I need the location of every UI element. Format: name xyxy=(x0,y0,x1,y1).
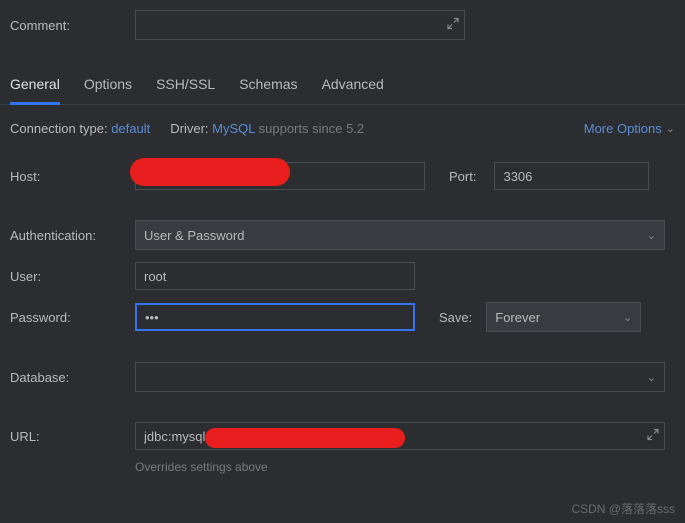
database-select[interactable]: ⌄ xyxy=(135,362,665,392)
url-input[interactable] xyxy=(135,422,665,450)
tab-sshssl[interactable]: SSH/SSL xyxy=(156,76,215,104)
database-label: Database: xyxy=(10,370,135,385)
driver-note: supports since 5.2 xyxy=(259,121,365,136)
user-label: User: xyxy=(10,269,135,284)
password-input[interactable] xyxy=(135,303,415,331)
password-label: Password: xyxy=(10,310,135,325)
comment-label: Comment: xyxy=(10,18,135,33)
auth-label: Authentication: xyxy=(10,228,135,243)
user-input[interactable] xyxy=(135,262,415,290)
port-input[interactable] xyxy=(494,162,649,190)
chevron-down-icon: ⌄ xyxy=(623,311,632,324)
watermark: CSDN @落落落sss xyxy=(571,500,675,517)
chevron-down-icon: ⌄ xyxy=(647,371,656,384)
tab-advanced[interactable]: Advanced xyxy=(322,76,384,104)
url-hint: Overrides settings above xyxy=(135,460,685,474)
auth-select[interactable]: User & Password ⌄ xyxy=(135,220,665,250)
driver-label: Driver: xyxy=(170,121,208,136)
more-options-button[interactable]: More Options ⌄ xyxy=(584,121,675,136)
host-input[interactable] xyxy=(135,162,425,190)
tab-general[interactable]: General xyxy=(10,76,60,105)
port-label: Port: xyxy=(449,169,476,184)
host-label: Host: xyxy=(10,169,135,184)
expand-icon[interactable] xyxy=(647,429,659,444)
conn-type-label: Connection type: xyxy=(10,121,108,136)
tab-schemas[interactable]: Schemas xyxy=(239,76,297,104)
comment-input[interactable] xyxy=(135,10,465,40)
chevron-down-icon: ⌄ xyxy=(666,122,675,135)
expand-icon[interactable] xyxy=(447,18,459,33)
save-select[interactable]: Forever ⌄ xyxy=(486,302,641,332)
url-label: URL: xyxy=(10,429,135,444)
driver-value[interactable]: MySQL xyxy=(212,121,255,136)
tabs: General Options SSH/SSL Schemas Advanced xyxy=(0,58,685,105)
save-label: Save: xyxy=(439,310,472,325)
chevron-down-icon: ⌄ xyxy=(647,229,656,242)
tab-options[interactable]: Options xyxy=(84,76,132,104)
conn-type-value[interactable]: default xyxy=(111,121,150,136)
